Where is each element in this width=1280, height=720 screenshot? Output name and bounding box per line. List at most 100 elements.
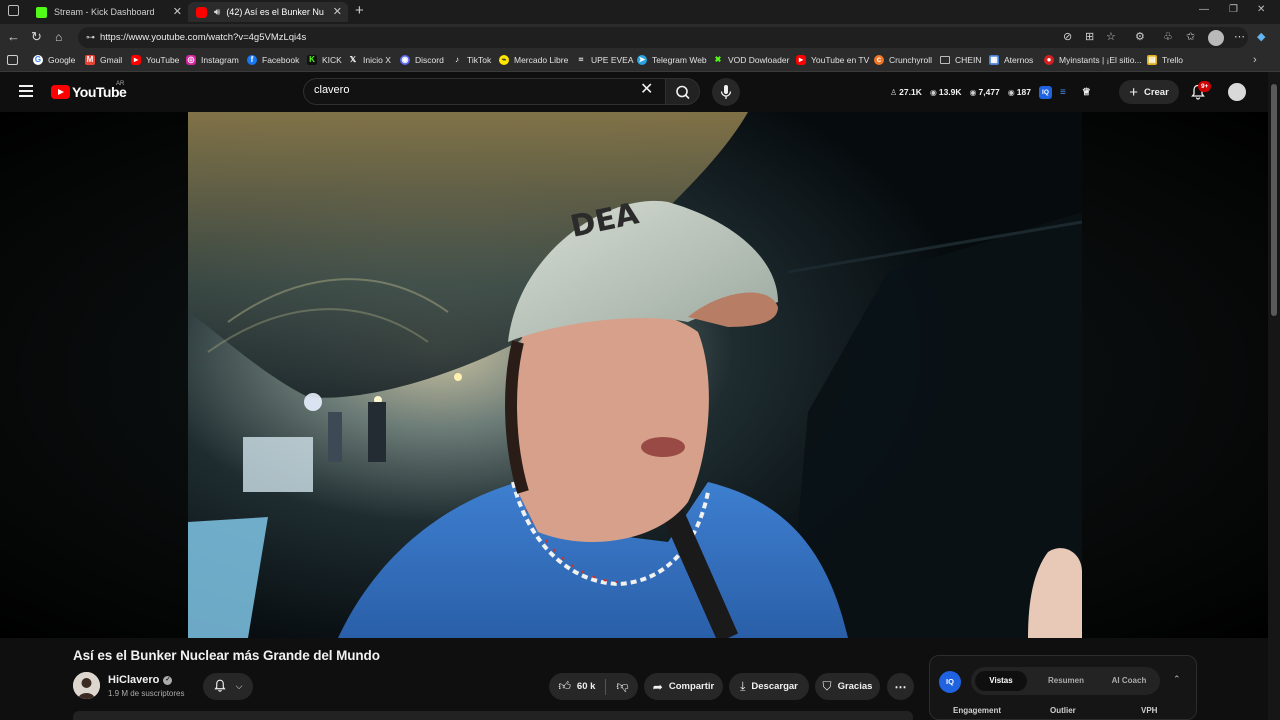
menu-icon[interactable] bbox=[19, 85, 33, 97]
eye-icon: ◉ bbox=[929, 88, 937, 97]
browser-essentials-icon[interactable]: ♧ bbox=[1163, 30, 1173, 44]
video-player[interactable]: DEA bbox=[188, 112, 1082, 638]
notification-count-badge: 9+ bbox=[1198, 81, 1212, 92]
bookmark-mercadolibre[interactable]: ⌁ Mercado Libre bbox=[499, 55, 568, 65]
bookmark-instagram[interactable]: ◎ Instagram bbox=[186, 55, 239, 65]
bookmarks-overflow-icon[interactable]: › bbox=[1253, 54, 1257, 66]
vod-icon: ✖ bbox=[714, 55, 722, 64]
url-text: https://www.youtube.com/watch?v=4g5VMzLq… bbox=[100, 32, 307, 43]
vidiq-tabs: Vistas Resumen AI Coach bbox=[971, 667, 1160, 695]
search-box bbox=[303, 78, 667, 105]
split-screen-icon[interactable]: ⊞ bbox=[1085, 30, 1094, 44]
bookmark-gmail[interactable]: M Gmail bbox=[85, 55, 122, 65]
site-info-icon[interactable]: ⊶ bbox=[86, 27, 95, 48]
voice-search-button[interactable] bbox=[712, 78, 740, 106]
tab-actions-icon[interactable] bbox=[8, 5, 19, 16]
bookmark-google[interactable]: G Google bbox=[33, 55, 75, 65]
channel-avatar[interactable] bbox=[73, 672, 100, 699]
bookmark-youtube-tv[interactable]: ▸ YouTube en TV bbox=[796, 55, 869, 65]
copilot-icon[interactable]: ◆ bbox=[1257, 30, 1265, 44]
channel-name[interactable]: HiClavero ✓ bbox=[108, 674, 173, 686]
search-icon bbox=[676, 85, 690, 100]
subscription-bell-button[interactable]: ⌵ bbox=[203, 673, 253, 700]
vidiq-tab-vistas[interactable]: Vistas bbox=[975, 671, 1027, 691]
vidiq-tab-ai-coach[interactable]: AI Coach bbox=[1101, 671, 1157, 691]
bookmark-trello[interactable]: ▤ Trello bbox=[1147, 55, 1183, 65]
bookmarks-tray-icon[interactable] bbox=[7, 55, 18, 65]
microphone-icon bbox=[720, 85, 732, 99]
vidiq-logo-icon: IQ bbox=[939, 671, 961, 693]
clear-search-icon[interactable]: ✕ bbox=[640, 81, 653, 99]
youtube-tv-icon: ▸ bbox=[796, 55, 806, 65]
super-thanks-icon: ⛉ bbox=[822, 679, 832, 693]
download-label: Descargar bbox=[751, 681, 798, 692]
bookmark-discord[interactable]: ◉ Discord bbox=[400, 55, 444, 65]
reload-icon[interactable]: ↻ bbox=[31, 29, 42, 45]
create-button[interactable]: + Crear bbox=[1119, 80, 1179, 104]
favorite-star-icon[interactable]: ☆ bbox=[1106, 30, 1116, 44]
bookmark-crunchyroll[interactable]: c Crunchyroll bbox=[874, 55, 932, 65]
settings-more-icon[interactable]: ⋯ bbox=[1234, 30, 1245, 44]
bookmark-kick[interactable]: K KICK bbox=[307, 55, 342, 65]
back-icon[interactable]: ← bbox=[7, 29, 20, 45]
favorites-icon[interactable]: ✩ bbox=[1186, 30, 1195, 44]
bookmark-myinstants[interactable]: ● Myinstants | ¡El sitio... bbox=[1044, 55, 1142, 65]
description-card[interactable] bbox=[73, 711, 913, 720]
close-tab-icon[interactable]: ✕ bbox=[173, 5, 182, 18]
x-icon: 𝕏 bbox=[349, 55, 357, 64]
share-label: Compartir bbox=[668, 681, 715, 692]
tab-kick-dashboard[interactable]: Stream - Kick Dashboard ✕ bbox=[28, 2, 188, 22]
extension-icon[interactable]: ⊘ bbox=[1063, 30, 1072, 44]
like-divider bbox=[605, 678, 607, 695]
bookmark-x[interactable]: 𝕏 Inicio X bbox=[348, 55, 391, 65]
url-field[interactable]: ⊶ https://www.youtube.com/watch?v=4g5VMz… bbox=[78, 27, 1248, 48]
audio-playing-icon[interactable]: 🔊︎ bbox=[214, 7, 220, 18]
close-tab-icon[interactable]: ✕ bbox=[333, 5, 342, 18]
instagram-icon: ◎ bbox=[186, 55, 196, 65]
download-button[interactable]: ⤓ Descargar bbox=[729, 673, 809, 700]
share-button[interactable]: ➦ Compartir bbox=[644, 673, 723, 700]
bookmark-vod-downloader[interactable]: ✖ VOD Dowloader bbox=[713, 55, 790, 65]
trophy-icon[interactable]: ♕ bbox=[1082, 87, 1091, 98]
create-label: Crear bbox=[1143, 86, 1169, 98]
list-icon[interactable]: ≡ bbox=[1060, 87, 1066, 98]
youtube-icon: ▸ bbox=[131, 55, 141, 65]
bookmark-tiktok[interactable]: ♪ TikTok bbox=[452, 55, 491, 65]
thanks-button[interactable]: ⛉ Gracias bbox=[815, 673, 880, 700]
search-input[interactable] bbox=[314, 84, 614, 96]
scrollbar-thumb[interactable] bbox=[1271, 84, 1277, 316]
bookmark-facebook[interactable]: f Facebook bbox=[247, 55, 299, 65]
profile-avatar[interactable] bbox=[1208, 30, 1224, 46]
upe-icon: ⌗ bbox=[578, 55, 584, 64]
bookmark-telegram[interactable]: ➤ Telegram Web bbox=[637, 55, 707, 65]
page-scrollbar[interactable] bbox=[1268, 72, 1280, 720]
bookmark-aternos[interactable]: ▦ Aternos bbox=[989, 55, 1033, 65]
bookmark-upe-evea[interactable]: ⌗ UPE EVEA bbox=[576, 55, 634, 65]
vidiq-tab-resumen[interactable]: Resumen bbox=[1037, 671, 1095, 691]
metric-engagement: Engagement bbox=[953, 706, 1002, 715]
like-button[interactable]: 👍︎ 60 k bbox=[558, 679, 595, 694]
new-tab-button[interactable]: + bbox=[355, 2, 364, 19]
close-window-icon[interactable]: ✕ bbox=[1257, 4, 1265, 15]
bookmark-chein[interactable]: CHEIN bbox=[940, 55, 981, 65]
user-avatar[interactable] bbox=[1226, 81, 1248, 103]
share-icon: ➦ bbox=[652, 679, 663, 694]
eye-icon: ◉ bbox=[969, 88, 977, 97]
minimize-icon[interactable]: — bbox=[1199, 4, 1209, 15]
folder-icon bbox=[940, 56, 950, 64]
more-actions-icon[interactable]: ⋯ bbox=[887, 673, 914, 700]
chevron-up-icon[interactable]: ⌃ bbox=[1173, 674, 1181, 685]
youtube-logo[interactable]: YouTube AR bbox=[51, 81, 127, 100]
telegram-icon: ➤ bbox=[637, 55, 647, 65]
vidiq-icon[interactable]: IQ bbox=[1038, 85, 1052, 99]
bookmark-youtube[interactable]: ▸ YouTube bbox=[131, 55, 179, 65]
tab-title: Stream - Kick Dashboard bbox=[54, 7, 155, 17]
search-button[interactable] bbox=[665, 78, 700, 105]
country-code: AR bbox=[116, 81, 125, 87]
tab-youtube-video[interactable]: 🔊︎ (42) Así es el Bunker Nuclea ✕ bbox=[188, 2, 348, 22]
restore-icon[interactable]: ❐ bbox=[1229, 4, 1238, 15]
like-dislike-group: 👍︎ 60 k 👎︎ bbox=[549, 673, 638, 700]
home-icon[interactable]: ⌂ bbox=[55, 29, 62, 45]
thumbs-down-icon[interactable]: 👎︎ bbox=[616, 679, 628, 694]
extensions-puzzle-icon[interactable]: ⚙ bbox=[1135, 30, 1145, 44]
